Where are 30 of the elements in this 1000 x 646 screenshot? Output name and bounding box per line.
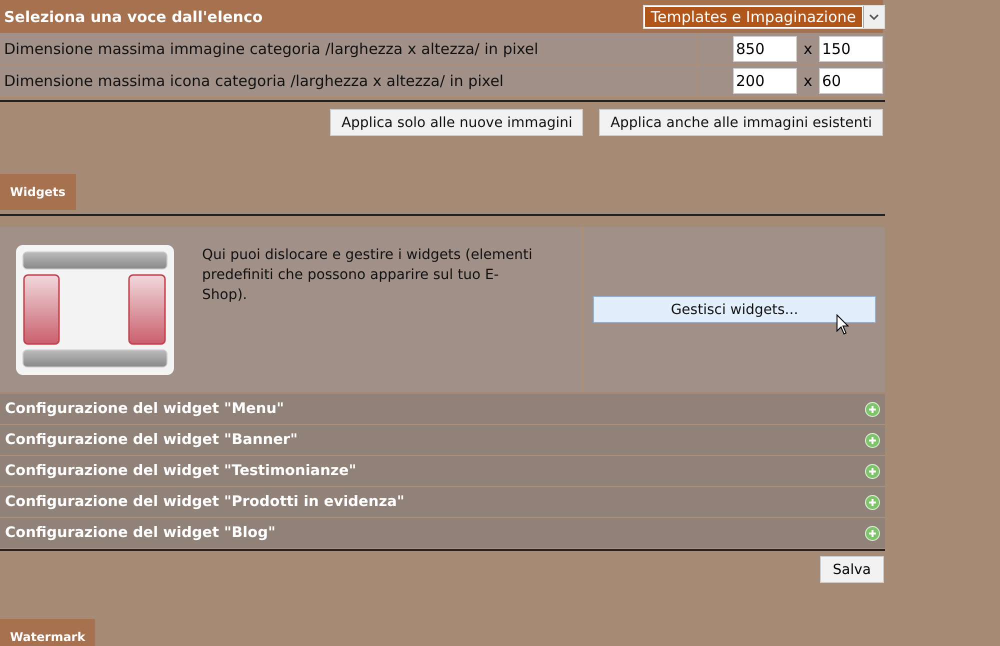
widget-config-row[interactable]: Configurazione del widget "Prodotti in evidenza" xyxy=(0,487,885,518)
section-tab[interactable]: Widgets xyxy=(0,174,76,210)
caret-icon xyxy=(863,6,884,28)
widget-config-row[interactable]: Configurazione del widget "Blog" xyxy=(0,518,885,549)
header-title: Seleziona una voce dall'elenco xyxy=(4,8,263,26)
height-field[interactable]: 150 xyxy=(819,36,883,62)
expand-icon[interactable] xyxy=(865,402,880,416)
section-dropdown[interactable]: Templates e Impaginazione xyxy=(642,4,885,28)
expand-icon[interactable] xyxy=(865,464,880,478)
height-field[interactable]: 60 xyxy=(819,68,883,94)
apply-button[interactable]: Applica anche alle immagini esistenti xyxy=(599,109,883,136)
mouse-pointer-icon xyxy=(836,314,850,335)
widget-config-row[interactable]: Configurazione del widget "Menu" xyxy=(0,394,885,425)
expand-icon[interactable] xyxy=(865,526,880,540)
section-tab[interactable]: Watermark xyxy=(0,619,96,646)
width-field[interactable]: 850 xyxy=(733,36,797,62)
widget-config-row[interactable]: Configurazione del widget "Testimonianze" xyxy=(0,456,885,487)
save-button[interactable]: Salva xyxy=(820,556,884,583)
layout-illustration-icon xyxy=(16,245,174,375)
widgets-description: Qui puoi dislocare e gestire i widgets (elementi predefiniti che possono apparire sul tuo E-Shop). xyxy=(202,246,534,305)
manage-widgets-button[interactable]: Gestisci widgets... xyxy=(593,296,876,323)
width-field[interactable]: 200 xyxy=(733,68,797,94)
widget-config-row[interactable]: Configurazione del widget "Banner" xyxy=(0,425,885,456)
dimension-label: Dimensione massima immagine categoria /larghezza x altezza/ in pixel xyxy=(0,33,698,64)
separator-text: x xyxy=(802,72,814,90)
expand-icon[interactable] xyxy=(865,494,880,510)
expand-icon[interactable] xyxy=(865,432,880,448)
separator-text: x xyxy=(802,40,814,58)
apply-button[interactable]: Applica solo alle nuove immagini xyxy=(330,109,584,136)
dimension-label: Dimensione massima icona categoria /larghezza x altezza/ in pixel xyxy=(0,65,698,96)
